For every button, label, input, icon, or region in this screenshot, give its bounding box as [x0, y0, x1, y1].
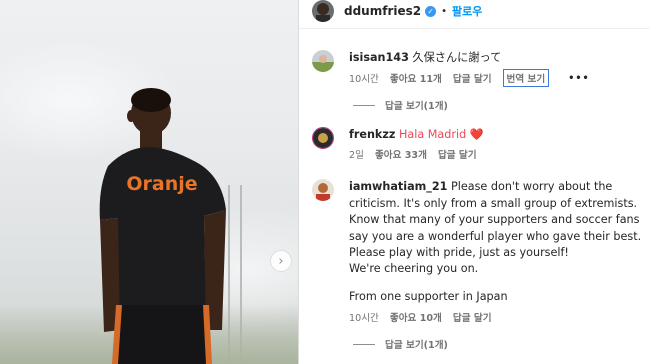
comment-body-line: From one supporter in Japan: [349, 290, 508, 303]
avatar-image: [313, 128, 333, 148]
comment-body: Hala Madrid ❤️: [398, 128, 484, 141]
next-image-button[interactable]: ›: [270, 250, 292, 272]
comment-time[interactable]: 10시간: [349, 71, 379, 85]
comment-text: isisan143 久保さんに謝って: [349, 50, 645, 67]
verified-badge-icon: ✓: [425, 5, 437, 17]
author-avatar[interactable]: [312, 0, 334, 22]
reply-button[interactable]: 답글 달기: [438, 147, 477, 161]
shirt-lettering: Oranje: [126, 173, 197, 195]
comment-time[interactable]: 2일: [349, 147, 364, 161]
comment-meta: 10시간 좋아요 10개 답글 달기: [349, 310, 503, 324]
comment-text: iamwhatiam_21 Please don't worry about t…: [349, 179, 645, 262]
replies-line: [353, 343, 375, 345]
avatar-image: [312, 50, 334, 72]
commenter-avatar[interactable]: [312, 127, 334, 149]
comment-meta: 10시간 좋아요 11개 답글 달기 번역 보기 •••: [349, 69, 601, 87]
comment-meta: 2일 좋아요 33개 답글 달기: [349, 147, 488, 161]
commenter-username[interactable]: isisan143: [349, 51, 409, 64]
likes-count[interactable]: 좋아요 33개: [375, 147, 427, 161]
view-replies-label: 답글 보기(1개): [385, 101, 448, 112]
comment-body: 久保さんに謝って: [412, 51, 502, 64]
comment-text: frenkzz Hala Madrid ❤️: [349, 127, 645, 144]
author-username[interactable]: ddumfries2: [344, 4, 421, 18]
commenter-avatar[interactable]: [312, 50, 334, 72]
reply-button[interactable]: 답글 달기: [453, 71, 492, 85]
view-replies-button[interactable]: 답글 보기(1개): [353, 337, 448, 351]
likes-count[interactable]: 좋아요 10개: [390, 310, 442, 324]
chevron-right-icon: ›: [278, 253, 284, 269]
commenter-avatar[interactable]: [312, 179, 334, 201]
likes-count[interactable]: 좋아요 11개: [390, 71, 442, 85]
post-header: ddumfries2 ✓ • 팔로우: [299, 0, 650, 29]
comment-body-line: We're cheering you on.: [349, 262, 479, 275]
view-replies-button[interactable]: 답글 보기(1개): [353, 98, 448, 112]
follow-button[interactable]: 팔로우: [452, 3, 482, 19]
comments-panel: ddumfries2 ✓ • 팔로우 isisan143 久保さんに謝って 10…: [298, 0, 650, 364]
translate-button[interactable]: 번역 보기: [502, 69, 550, 87]
commenter-username[interactable]: iamwhatiam_21: [349, 180, 447, 193]
post-image: Oranje ›: [0, 0, 298, 364]
comment-time[interactable]: 10시간: [349, 310, 379, 324]
avatar-image: [312, 0, 334, 22]
replies-line: [353, 104, 375, 106]
separator-dot: •: [441, 5, 448, 17]
avatar-image: [312, 179, 334, 201]
reply-button[interactable]: 답글 달기: [453, 310, 492, 324]
player-figure: Oranje: [99, 88, 226, 364]
commenter-username[interactable]: frenkzz: [349, 128, 395, 141]
more-options-icon[interactable]: •••: [568, 73, 589, 84]
view-replies-label: 답글 보기(1개): [385, 340, 448, 351]
